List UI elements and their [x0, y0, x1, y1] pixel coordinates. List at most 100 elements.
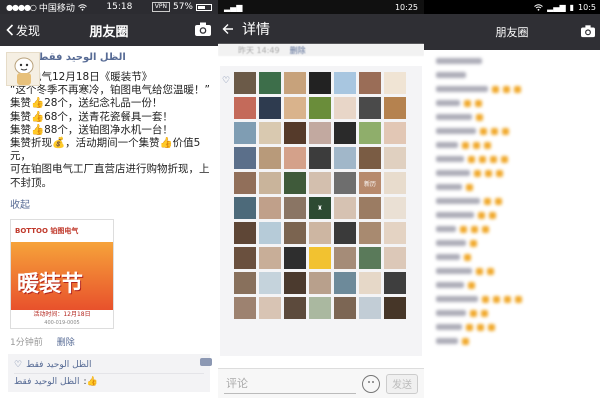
liker-avatar[interactable] — [334, 147, 356, 169]
liker-avatar[interactable] — [284, 297, 306, 319]
liker-avatar[interactable] — [234, 222, 256, 244]
liker-avatar[interactable] — [334, 222, 356, 244]
liker-avatar[interactable] — [259, 122, 281, 144]
liker-avatar[interactable] — [284, 197, 306, 219]
liker-avatar[interactable] — [234, 272, 256, 294]
liker-avatar[interactable] — [359, 247, 381, 269]
liker-avatar[interactable] — [334, 122, 356, 144]
liker-avatar[interactable] — [284, 147, 306, 169]
liker-avatar[interactable] — [359, 197, 381, 219]
comment-row[interactable]: الظل الوحيد فقط :👍 — [14, 374, 204, 390]
liker-avatar[interactable] — [384, 72, 406, 94]
list-item[interactable] — [436, 208, 594, 222]
list-item[interactable] — [436, 124, 594, 138]
liker-avatar[interactable]: 新历 — [359, 172, 381, 194]
list-item[interactable] — [436, 292, 594, 306]
liker-avatar[interactable] — [284, 122, 306, 144]
liker-avatar[interactable] — [259, 147, 281, 169]
list-item[interactable] — [436, 68, 594, 82]
liker-avatar[interactable] — [259, 197, 281, 219]
liker-avatar[interactable] — [334, 197, 356, 219]
liker-avatar[interactable] — [384, 197, 406, 219]
liker-avatar[interactable] — [259, 172, 281, 194]
list-item[interactable] — [436, 222, 594, 236]
liker-avatar[interactable] — [309, 297, 331, 319]
liker-avatar[interactable] — [384, 172, 406, 194]
camera-icon[interactable] — [194, 21, 212, 37]
liker-avatar[interactable] — [234, 72, 256, 94]
emoji-icon[interactable] — [362, 374, 380, 393]
list-item[interactable] — [436, 264, 594, 278]
liker-avatar[interactable] — [309, 147, 331, 169]
list-item[interactable] — [436, 194, 594, 208]
liker-avatar[interactable] — [384, 222, 406, 244]
liker-name[interactable]: الظل الوحيد فقط — [26, 360, 91, 370]
liker-avatar[interactable] — [334, 297, 356, 319]
liker-avatar[interactable] — [384, 147, 406, 169]
liker-avatar[interactable] — [259, 247, 281, 269]
liker-avatar[interactable] — [334, 97, 356, 119]
camera-icon[interactable] — [580, 24, 596, 38]
liker-avatar[interactable] — [334, 72, 356, 94]
liker-avatar[interactable] — [334, 172, 356, 194]
liker-avatar[interactable] — [309, 247, 331, 269]
list-item[interactable] — [436, 180, 594, 194]
liker-avatar[interactable] — [309, 222, 331, 244]
liker-avatar[interactable] — [384, 97, 406, 119]
liker-avatar[interactable] — [259, 297, 281, 319]
liker-avatar[interactable] — [309, 172, 331, 194]
list-item[interactable] — [436, 138, 594, 152]
list-item[interactable] — [436, 306, 594, 320]
back-arrow-icon[interactable] — [222, 23, 234, 35]
list-item[interactable] — [436, 152, 594, 166]
commenter-name[interactable]: الظل الوحيد فقط — [14, 377, 79, 387]
liker-avatar[interactable] — [234, 147, 256, 169]
liker-avatar[interactable] — [384, 297, 406, 319]
liker-avatar[interactable] — [259, 72, 281, 94]
list-item[interactable] — [436, 54, 594, 68]
comment-menu-icon[interactable] — [200, 358, 212, 366]
list-item[interactable] — [436, 166, 594, 180]
liker-avatar[interactable] — [359, 97, 381, 119]
list-item[interactable] — [436, 334, 594, 348]
liker-avatar[interactable] — [359, 122, 381, 144]
author-name[interactable]: الظل الوحيد فقط — [38, 52, 210, 63]
delete-link[interactable]: 删除 — [290, 45, 306, 56]
liker-avatar[interactable] — [234, 172, 256, 194]
delete-link[interactable]: 删除 — [57, 335, 75, 348]
list-item[interactable] — [436, 82, 594, 96]
liker-avatar[interactable] — [334, 272, 356, 294]
list-item[interactable] — [436, 110, 594, 124]
liker-avatar[interactable] — [309, 72, 331, 94]
liker-avatar[interactable] — [234, 97, 256, 119]
list-item[interactable] — [436, 278, 594, 292]
liker-avatar[interactable] — [234, 197, 256, 219]
liker-avatar[interactable] — [284, 97, 306, 119]
liker-avatar[interactable] — [359, 297, 381, 319]
liker-avatar[interactable] — [284, 247, 306, 269]
collapse-link[interactable]: 收起 — [10, 196, 210, 211]
liker-avatar[interactable] — [384, 247, 406, 269]
liker-avatar[interactable]: ♜ — [309, 197, 331, 219]
liker-avatar[interactable] — [234, 247, 256, 269]
list-item[interactable] — [436, 96, 594, 110]
liker-avatar[interactable] — [284, 72, 306, 94]
liker-avatar[interactable] — [284, 172, 306, 194]
liker-avatar[interactable] — [359, 272, 381, 294]
liker-avatar[interactable] — [284, 222, 306, 244]
liker-avatar[interactable] — [359, 72, 381, 94]
list-item[interactable] — [436, 236, 594, 250]
liker-avatar[interactable] — [334, 247, 356, 269]
liker-avatar[interactable] — [359, 147, 381, 169]
list-item[interactable] — [436, 320, 594, 334]
list-item[interactable] — [436, 250, 594, 264]
liker-avatar[interactable] — [234, 297, 256, 319]
avatar[interactable] — [6, 52, 40, 86]
liker-avatar[interactable] — [309, 97, 331, 119]
liker-avatar[interactable] — [309, 272, 331, 294]
post-image[interactable]: BOTTOO 铂图电气 暖装节 活动时间：12月18日 400-019-0005 — [10, 218, 114, 329]
liker-avatar[interactable] — [384, 122, 406, 144]
comment-input[interactable]: 评论 — [224, 374, 356, 394]
liker-avatar[interactable] — [234, 122, 256, 144]
liker-avatar[interactable] — [384, 272, 406, 294]
